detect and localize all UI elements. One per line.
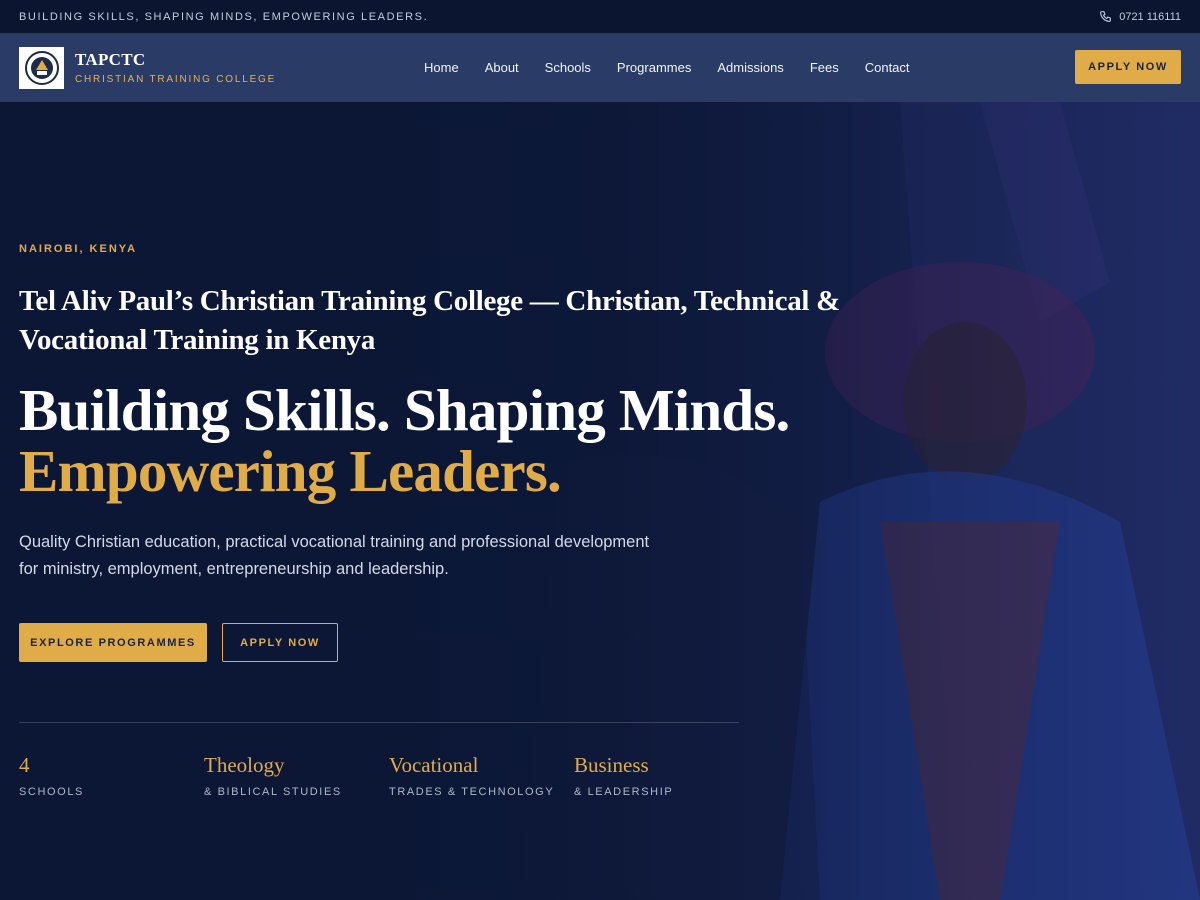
hero-headline: Building Skills. Shaping Minds. Empoweri… <box>19 380 919 502</box>
stat-label: & LEADERSHIP <box>574 786 674 798</box>
stat-label: & BIBLICAL STUDIES <box>204 786 342 798</box>
stat-label: TRADES & TECHNOLOGY <box>389 786 555 798</box>
brand-name: TAPCTC <box>75 50 146 69</box>
nav-item-home[interactable]: Home <box>424 60 459 75</box>
phone-number: 0721 116111 <box>1119 10 1181 23</box>
hero-lead: Quality Christian education, practical v… <box>19 533 650 578</box>
nav-item-fees[interactable]: Fees <box>810 60 839 75</box>
hero-divider <box>19 722 739 723</box>
hero-stats: 4 SCHOOLS Theology & BIBLICAL STUDIES Vo… <box>19 753 759 798</box>
hero-location: NAIROBI, KENYA <box>19 243 138 255</box>
apply-now-nav-button[interactable]: APPLY NOW <box>1075 50 1181 84</box>
apply-now-hero-button[interactable]: APPLY NOW <box>222 623 338 662</box>
main-navbar: TAPCTC CHRISTIAN TRAINING COLLEGE Home A… <box>0 33 1200 102</box>
nav-item-contact[interactable]: Contact <box>865 60 910 75</box>
stat-label: SCHOOLS <box>19 786 84 798</box>
stat-value: Business <box>574 753 649 777</box>
hero-section: NAIROBI, KENYA Tel Aliv Paul’s Christian… <box>0 102 1200 900</box>
top-bar: BUILDING SKILLS, SHAPING MINDS, EMPOWERI… <box>0 0 1200 33</box>
stat-value: Theology <box>204 753 285 777</box>
nav-menu: Home About Schools Programmes Admissions… <box>424 33 910 102</box>
phone-link[interactable]: 0721 116111 <box>1099 10 1181 23</box>
stat-item: 4 SCHOOLS <box>19 753 204 798</box>
top-tagline: BUILDING SKILLS, SHAPING MINDS, EMPOWERI… <box>19 10 429 23</box>
nav-item-schools[interactable]: Schools <box>545 60 591 75</box>
stat-value: 4 <box>19 753 30 777</box>
hero-headline-line2: Empowering Leaders. <box>19 438 562 504</box>
brand-subtitle: CHRISTIAN TRAINING COLLEGE <box>75 74 277 85</box>
nav-item-admissions[interactable]: Admissions <box>717 60 783 75</box>
phone-icon <box>1100 11 1112 22</box>
college-crest-logo <box>19 46 64 89</box>
nav-item-about[interactable]: About <box>485 60 519 75</box>
hero-headline-line1: Building Skills. Shaping Minds. <box>19 377 790 443</box>
nav-item-programmes[interactable]: Programmes <box>617 60 691 75</box>
stat-item: Business & LEADERSHIP <box>574 753 759 798</box>
stat-item: Theology & BIBLICAL STUDIES <box>204 753 389 798</box>
stat-value: Vocational <box>389 753 479 777</box>
stat-item: Vocational TRADES & TECHNOLOGY <box>389 753 574 798</box>
brand-home-link[interactable]: TAPCTC CHRISTIAN TRAINING COLLEGE <box>19 46 277 89</box>
hero-subtitle: Tel Aliv Paul’s Christian Training Colle… <box>19 285 840 356</box>
explore-programmes-button[interactable]: EXPLORE PROGRAMMES <box>19 623 207 662</box>
